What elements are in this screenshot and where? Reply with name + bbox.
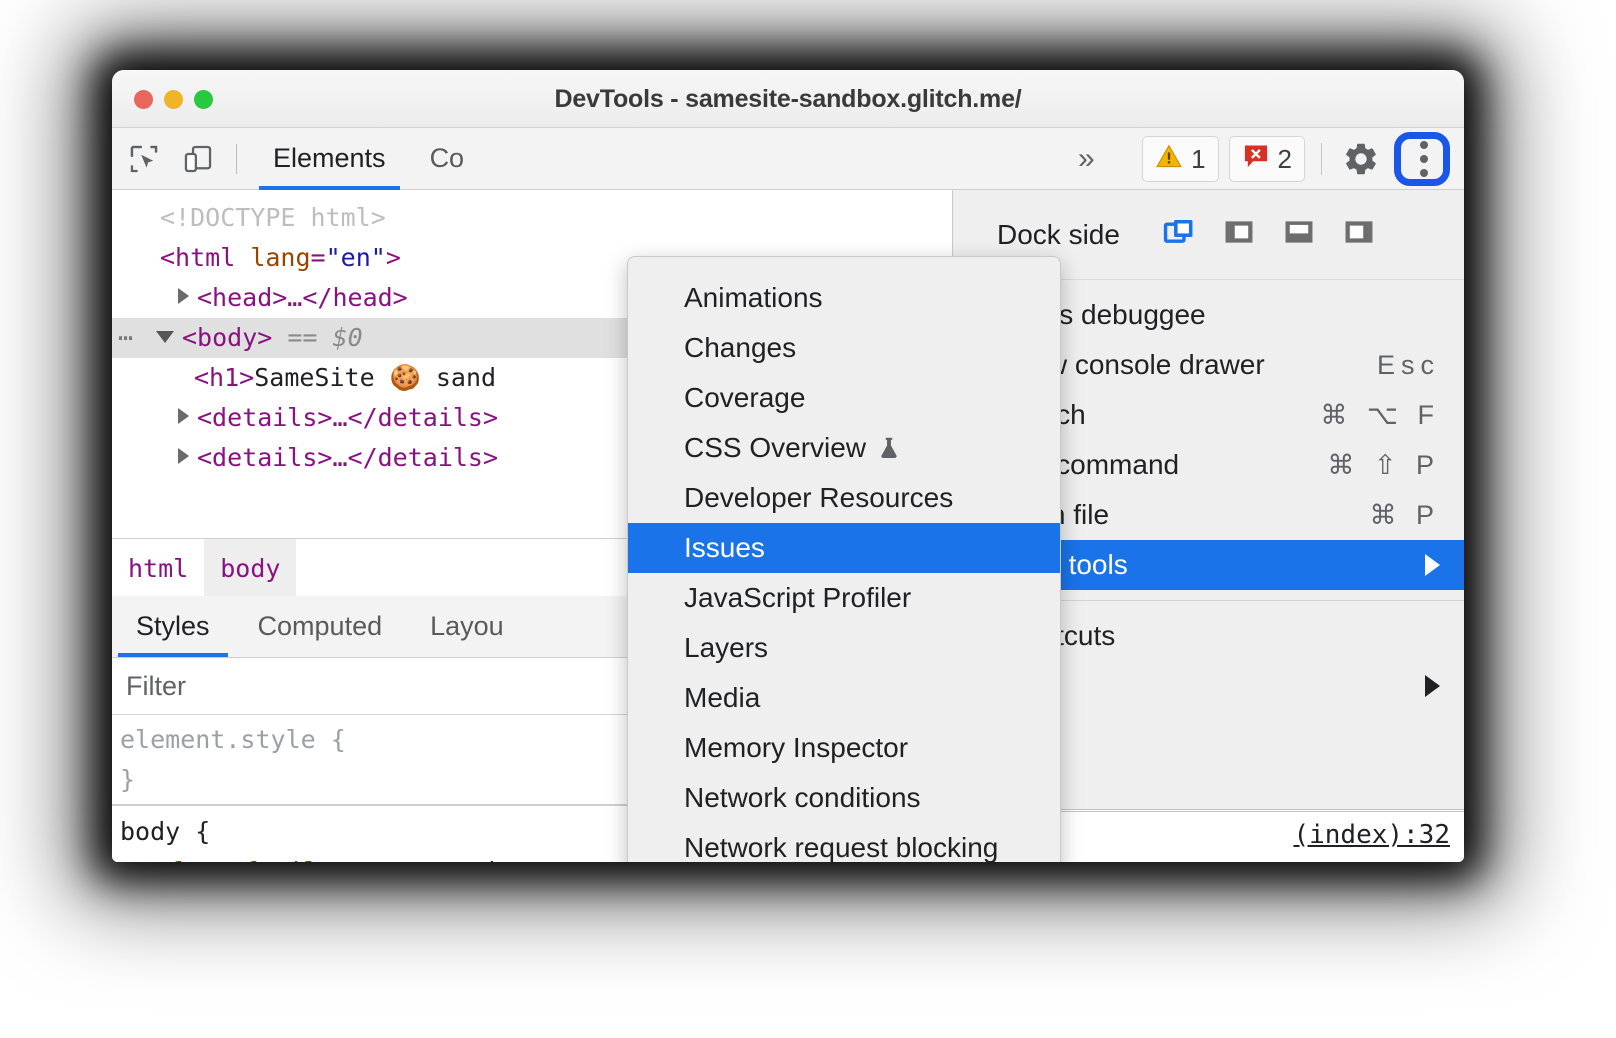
- dock-side-label: Dock side: [997, 219, 1120, 251]
- devtools-window: DevTools - samesite-sandbox.glitch.me/: [112, 70, 1464, 862]
- submenu-item-coverage[interactable]: Coverage: [628, 373, 1060, 423]
- warning-triangle-icon: [1155, 142, 1183, 177]
- submenu-item-network-request-blocking[interactable]: Network request blocking: [628, 823, 1060, 862]
- submenu-item-changes[interactable]: Changes: [628, 323, 1060, 373]
- error-bubble-icon: [1242, 142, 1270, 177]
- submenu-item-label: Issues: [684, 532, 765, 564]
- submenu-item-label: Memory Inspector: [684, 732, 908, 764]
- menu-item-shortcut: Esc: [1377, 350, 1440, 381]
- submenu-arrow-icon: [1425, 675, 1440, 697]
- breadcrumb-item-html[interactable]: html: [112, 539, 204, 597]
- device-toolbar-icon[interactable]: [176, 137, 220, 181]
- devtools-toolbar: Elements Co » 1: [112, 128, 1464, 190]
- tab-layout[interactable]: Layou: [406, 596, 528, 657]
- submenu-item-label: CSS Overview: [684, 432, 866, 464]
- tab-styles[interactable]: Styles: [112, 596, 234, 657]
- toolbar-divider-2: [1321, 143, 1322, 175]
- submenu-item-label: Network request blocking: [684, 832, 998, 862]
- submenu-item-media[interactable]: Media: [628, 673, 1060, 723]
- dock-bottom-icon[interactable]: [1282, 215, 1316, 254]
- menu-item-shortcut: ⌘ ⇧ P: [1327, 450, 1440, 481]
- submenu-item-issues[interactable]: Issues: [628, 523, 1060, 573]
- window-title: DevTools - samesite-sandbox.glitch.me/: [112, 85, 1464, 114]
- warning-count-label: 1: [1191, 144, 1205, 175]
- undock-separate-window-icon[interactable]: [1162, 215, 1196, 254]
- submenu-item-animations[interactable]: Animations: [628, 273, 1060, 323]
- devtools-body: Elements Co » 1: [112, 128, 1464, 862]
- submenu-item-label: Layers: [684, 632, 768, 664]
- expand-arrow-icon[interactable]: [178, 408, 189, 424]
- submenu-item-label: Coverage: [684, 382, 805, 414]
- error-count-button[interactable]: 2: [1229, 136, 1305, 182]
- submenu-item-layers[interactable]: Layers: [628, 623, 1060, 673]
- styles-filter-placeholder: Filter: [112, 671, 186, 702]
- expand-arrow-icon[interactable]: [178, 448, 189, 464]
- submenu-item-label: Animations: [684, 282, 823, 314]
- menu-item-shortcut: ⌘ ⌥ F: [1320, 400, 1440, 431]
- toolbar-right-group: 1 2: [1142, 128, 1450, 190]
- node-menu-ellipsis-icon[interactable]: ⋯: [118, 318, 135, 358]
- warning-count-button[interactable]: 1: [1142, 136, 1218, 182]
- submenu-item-network-conditions[interactable]: Network conditions: [628, 773, 1060, 823]
- submenu-item-javascript-profiler[interactable]: JavaScript Profiler: [628, 573, 1060, 623]
- breadcrumb-item-body[interactable]: body: [204, 539, 296, 597]
- submenu-item-label: Network conditions: [684, 782, 921, 814]
- tab-elements[interactable]: Elements: [251, 128, 408, 190]
- three-dot-menu-icon[interactable]: [1398, 130, 1450, 188]
- experiment-flask-icon: [876, 435, 902, 461]
- dom-node-doctype[interactable]: <!DOCTYPE html>: [112, 198, 952, 238]
- submenu-item-label: JavaScript Profiler: [684, 582, 911, 614]
- dock-right-icon[interactable]: [1342, 215, 1376, 254]
- more-tabs-icon[interactable]: »: [1078, 142, 1095, 176]
- dock-side-options: [1162, 215, 1376, 254]
- tab-computed[interactable]: Computed: [234, 596, 407, 657]
- submenu-item-label: Media: [684, 682, 760, 714]
- dock-left-icon[interactable]: [1222, 215, 1256, 254]
- submenu-item-css-overview[interactable]: CSS Overview: [628, 423, 1060, 473]
- submenu-arrow-icon: [1425, 554, 1440, 576]
- window-titlebar: DevTools - samesite-sandbox.glitch.me/: [112, 70, 1464, 128]
- submenu-item-label: Developer Resources: [684, 482, 953, 514]
- screenshot-root: DevTools - samesite-sandbox.glitch.me/: [0, 0, 1616, 1038]
- expand-arrow-icon[interactable]: [178, 288, 189, 304]
- source-link[interactable]: (index):32: [1293, 820, 1450, 850]
- panel-tabs: Elements Co: [251, 128, 486, 190]
- submenu-item-memory-inspector[interactable]: Memory Inspector: [628, 723, 1060, 773]
- tab-console[interactable]: Co: [408, 128, 487, 190]
- error-count-label: 2: [1278, 144, 1292, 175]
- more-tools-submenu: Animations Changes Coverage CSS Overview: [627, 256, 1061, 862]
- kebab-dots: [1420, 141, 1428, 177]
- submenu-item-developer-resources[interactable]: Developer Resources: [628, 473, 1060, 523]
- menu-item-shortcut: ⌘ P: [1369, 500, 1440, 531]
- collapse-arrow-icon[interactable]: [156, 331, 174, 343]
- toolbar-divider: [236, 144, 237, 174]
- submenu-item-label: Changes: [684, 332, 796, 364]
- inspect-element-icon[interactable]: [122, 137, 166, 181]
- gear-icon[interactable]: [1338, 136, 1384, 182]
